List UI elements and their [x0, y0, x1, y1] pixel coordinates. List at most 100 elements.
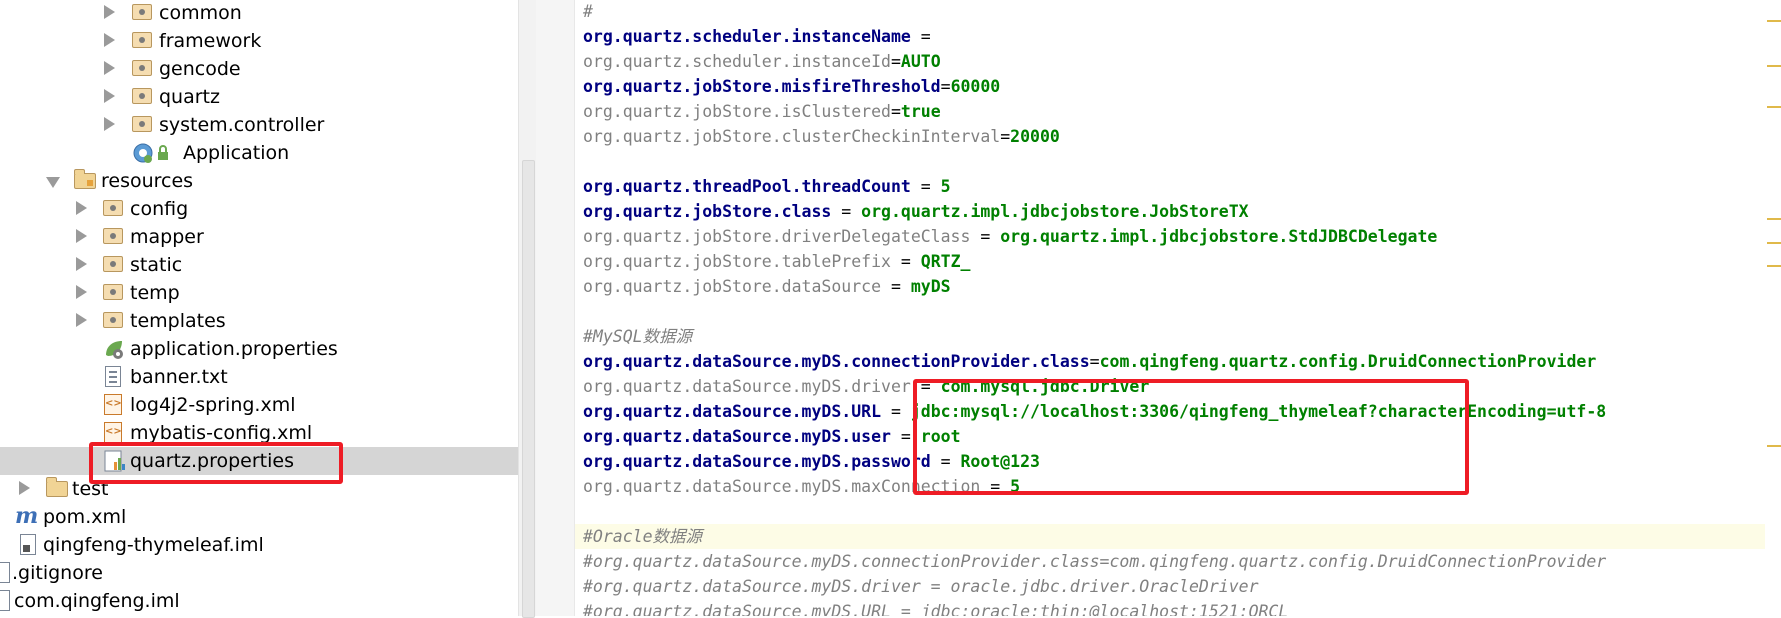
code-line-content: org.quartz.jobStore.isClustered=true [575, 99, 941, 124]
expand-arrow-icon[interactable] [76, 313, 87, 327]
code-line[interactable]: org.quartz.jobStore.tablePrefix = QRTZ_ [575, 249, 1765, 274]
marker[interactable] [1767, 20, 1781, 22]
tree-item-pom-xml[interactable]: m pom.xml [0, 503, 518, 531]
code-line[interactable]: org.quartz.scheduler.instanceName = [575, 24, 1765, 49]
property-key: org.quartz.dataSource.myDS.connectionPro… [583, 352, 1090, 371]
code-line[interactable]: org.quartz.jobStore.isClustered=true [575, 99, 1765, 124]
tree-item-mapper[interactable]: mapper [0, 223, 518, 251]
property-value: AUTO [900, 52, 941, 71]
tree-item-label: config [130, 198, 189, 220]
comment-text: #MySQL数据源 [583, 327, 693, 346]
tree-item-temp[interactable]: temp [0, 279, 518, 307]
tree-item-application[interactable]: Application [0, 139, 518, 167]
code-line-content: org.quartz.jobStore.misfireThreshold=600… [575, 74, 1000, 99]
code-line[interactable]: #Oracle数据源 [575, 524, 1765, 549]
package-icon [132, 116, 152, 132]
editor-gutter [536, 0, 575, 616]
code-line[interactable] [575, 149, 1765, 174]
iml-file-icon [20, 534, 36, 555]
xml-file-icon: <> [104, 394, 122, 415]
property-value: 5 [940, 177, 951, 196]
tree-item-application-properties[interactable]: application.properties [0, 335, 518, 363]
tree-item-com-qingfeng-iml[interactable]: com.qingfeng.iml [0, 587, 518, 615]
tree-item-banner-txt[interactable]: banner.txt [0, 363, 518, 391]
tree-item-common[interactable]: common [0, 0, 518, 27]
code-line[interactable]: #MySQL数据源 [575, 324, 1765, 349]
code-line-content: org.quartz.scheduler.instanceId=AUTO [575, 49, 941, 74]
code-line-content: org.quartz.jobStore.class = org.quartz.i… [575, 199, 1249, 224]
expand-arrow-icon[interactable] [76, 201, 87, 215]
tree-item-gitignore[interactable]: .gitignore [0, 559, 518, 587]
annotation-highlight-box [89, 442, 343, 484]
marker[interactable] [1767, 106, 1781, 108]
package-icon [132, 60, 152, 76]
tree-scrollbar[interactable] [518, 0, 537, 618]
tree-item-label: Application [183, 142, 290, 164]
tree-item-config[interactable]: config [0, 195, 518, 223]
editor-marker-strip[interactable] [1765, 0, 1781, 616]
expand-arrow-icon[interactable] [104, 89, 115, 103]
package-icon [132, 32, 152, 48]
property-separator: = [890, 102, 901, 121]
tree-item-framework[interactable]: framework [0, 27, 518, 55]
code-editor[interactable]: # org.quartz.scheduler.instanceName = org… [575, 0, 1765, 616]
collapse-arrow-icon[interactable] [46, 177, 60, 188]
code-line[interactable]: #org.quartz.dataSource.myDS.driver = ora… [575, 574, 1765, 599]
tree-item-qingfeng-thymeleaf-iml[interactable]: qingfeng-thymeleaf.iml [0, 531, 518, 559]
tree-item-system-controller[interactable]: system.controller [0, 111, 518, 139]
code-line[interactable]: # [575, 0, 1765, 24]
code-line[interactable] [575, 499, 1765, 524]
code-line-content: #MySQL数据源 [575, 324, 692, 349]
code-line[interactable]: org.quartz.jobStore.misfireThreshold=600… [575, 74, 1765, 99]
code-line[interactable]: org.quartz.jobStore.clusterCheckinInterv… [575, 124, 1765, 149]
code-line-content: org.quartz.jobStore.tablePrefix = QRTZ_ [575, 249, 970, 274]
tree-item-label: common [159, 2, 242, 24]
tree-scrollbar-thumb[interactable] [522, 160, 535, 618]
property-key: org.quartz.jobStore.isClustered [583, 102, 891, 121]
lock-icon [158, 145, 168, 160]
package-icon [103, 200, 123, 216]
code-line[interactable]: org.quartz.threadPool.threadCount = 5 [575, 174, 1765, 199]
code-line[interactable] [575, 299, 1765, 324]
property-key: org.quartz.jobStore.driverDelegateClass [583, 227, 971, 246]
code-line[interactable]: org.quartz.jobStore.driverDelegateClass … [575, 224, 1765, 249]
property-key: org.quartz.jobStore.tablePrefix [583, 252, 891, 271]
expand-arrow-icon[interactable] [19, 481, 30, 495]
tree-item-log4j2-spring-xml[interactable]: <> log4j2-spring.xml [0, 391, 518, 419]
expand-arrow-icon[interactable] [76, 257, 87, 271]
expand-arrow-icon[interactable] [76, 229, 87, 243]
property-value: true [900, 102, 941, 121]
code-line[interactable]: #org.quartz.dataSource.myDS.URL = jdbc:o… [575, 599, 1765, 616]
expand-arrow-icon[interactable] [104, 33, 115, 47]
tree-item-quartz[interactable]: quartz [0, 83, 518, 111]
code-line-content: # [575, 0, 593, 24]
tree-item-static[interactable]: static [0, 251, 518, 279]
package-icon [132, 4, 152, 20]
marker[interactable] [1767, 65, 1781, 67]
marker[interactable] [1767, 218, 1781, 220]
expand-arrow-icon[interactable] [104, 61, 115, 75]
tree-item-label: qingfeng-thymeleaf.iml [43, 534, 264, 556]
tree-item-label: application.properties [130, 338, 338, 360]
property-separator: = [970, 227, 1001, 246]
marker[interactable] [1767, 242, 1781, 244]
expand-arrow-icon[interactable] [104, 5, 115, 19]
marker[interactable] [1767, 445, 1781, 447]
code-line[interactable]: #org.quartz.dataSource.myDS.connectionPr… [575, 549, 1765, 574]
tree-item-templates[interactable]: templates [0, 307, 518, 335]
code-line[interactable]: org.quartz.dataSource.myDS.connectionPro… [575, 349, 1765, 374]
tree-item-label: banner.txt [130, 366, 228, 388]
code-line-content: #org.quartz.dataSource.myDS.driver = ora… [575, 574, 1259, 599]
expand-arrow-icon[interactable] [104, 117, 115, 131]
code-line[interactable]: org.quartz.jobStore.dataSource = myDS [575, 274, 1765, 299]
marker[interactable] [1767, 265, 1781, 267]
tree-item-label: temp [130, 282, 180, 304]
property-separator: = [1089, 352, 1100, 371]
code-line[interactable]: org.quartz.jobStore.class = org.quartz.i… [575, 199, 1765, 224]
property-key: org.quartz.jobStore.misfireThreshold [583, 77, 941, 96]
package-icon [103, 312, 123, 328]
expand-arrow-icon[interactable] [76, 285, 87, 299]
tree-item-gencode[interactable]: gencode [0, 55, 518, 83]
tree-item-resources[interactable]: resources [0, 167, 518, 195]
code-line[interactable]: org.quartz.scheduler.instanceId=AUTO [575, 49, 1765, 74]
